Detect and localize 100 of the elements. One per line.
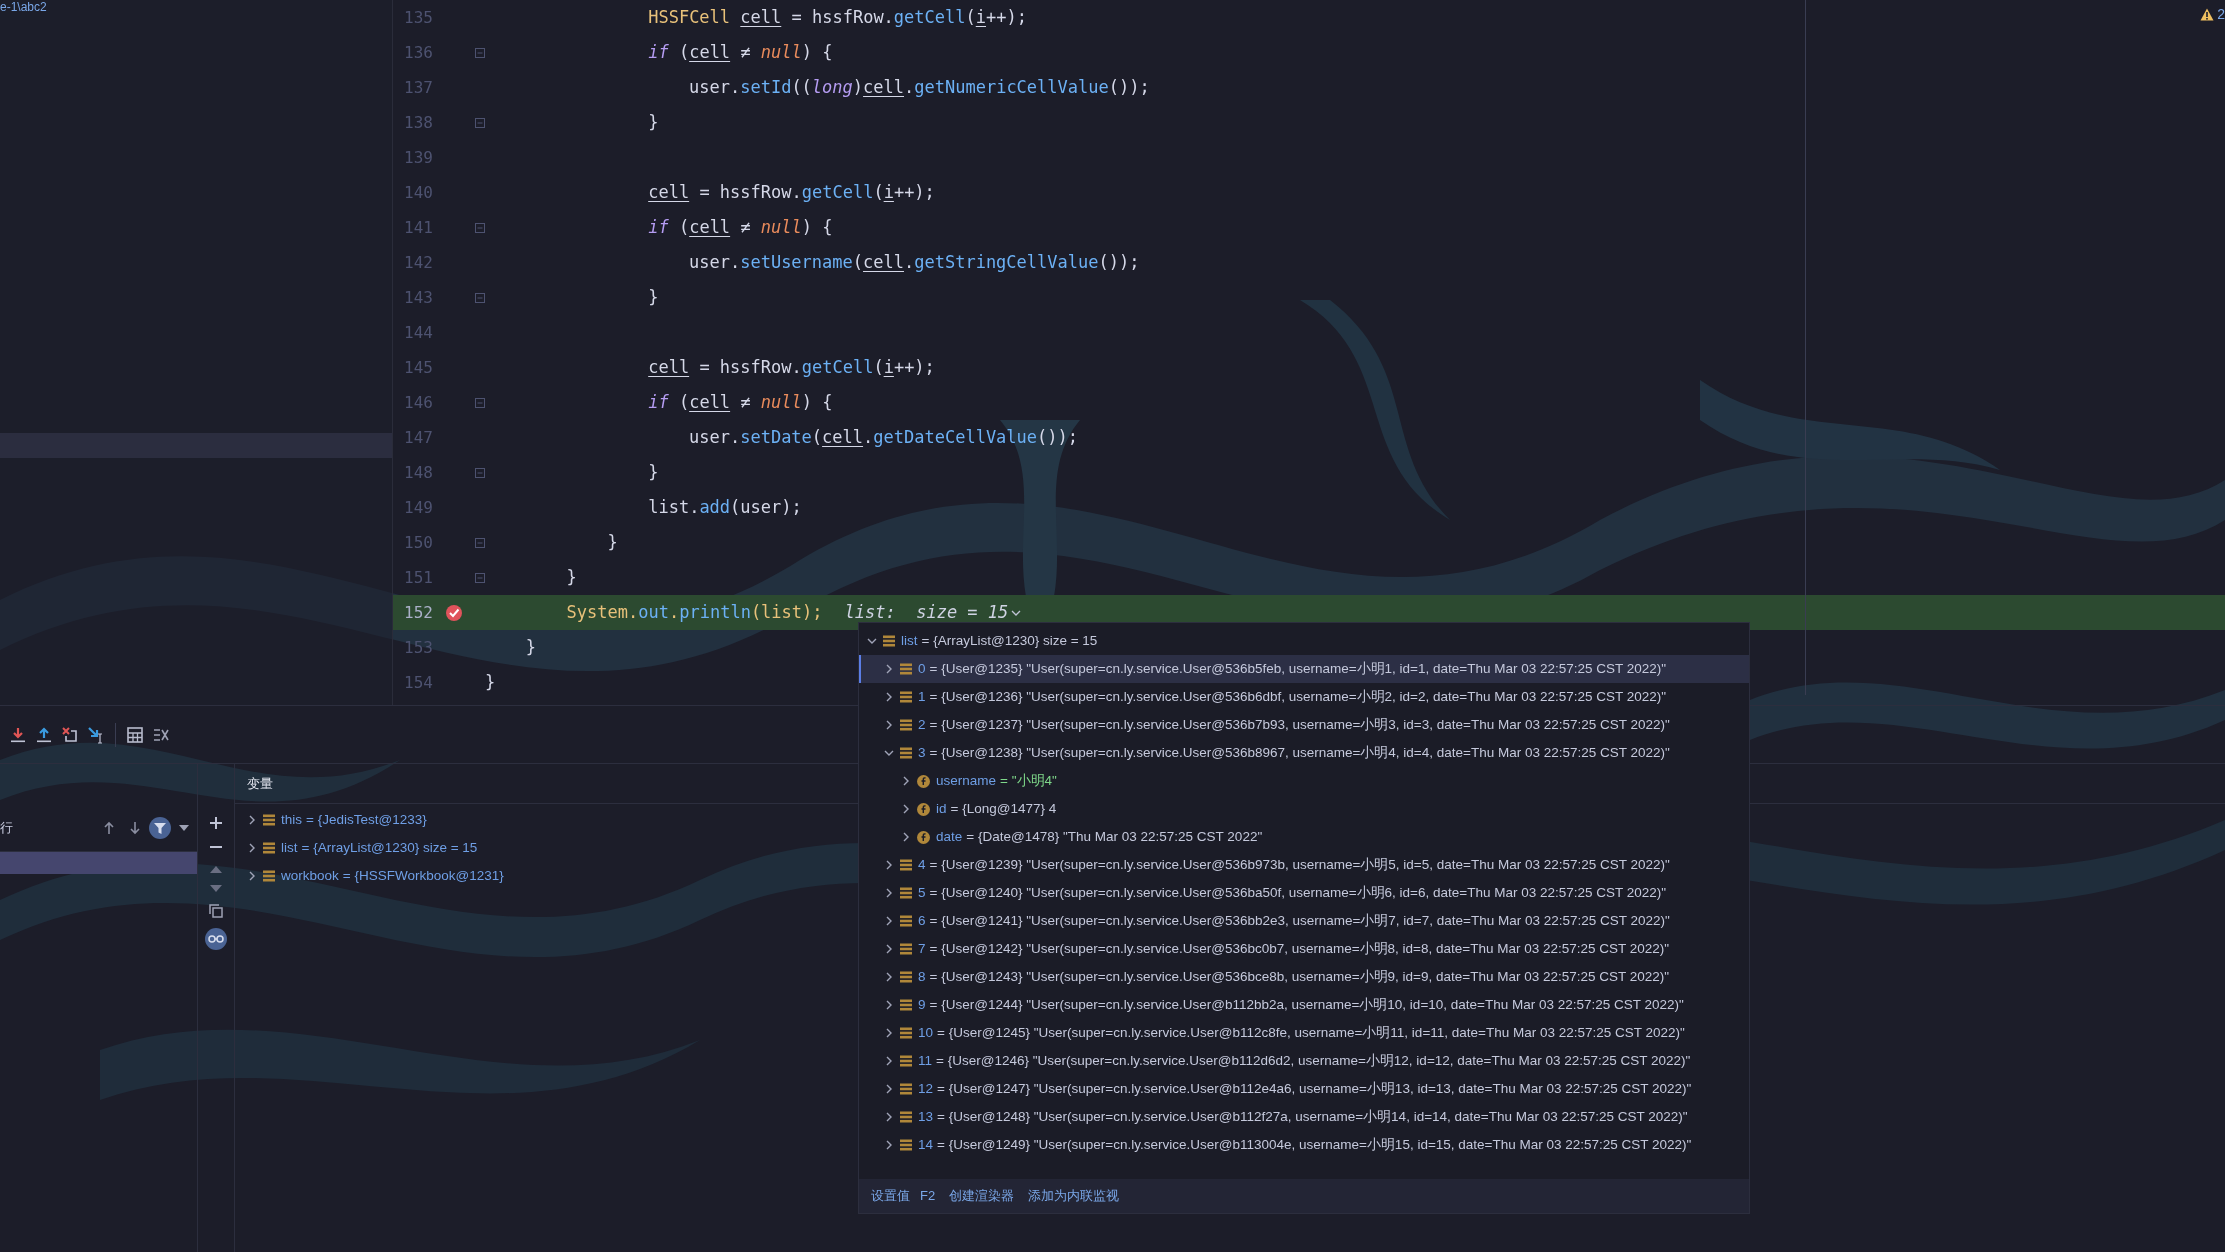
down-arrow-icon[interactable] — [129, 820, 141, 835]
chevron-right-icon[interactable] — [884, 664, 894, 674]
chevron-right-icon[interactable] — [884, 944, 894, 954]
up-arrow-icon[interactable] — [103, 820, 115, 835]
chevron-right-icon[interactable] — [884, 1112, 894, 1122]
line-number: 140 — [403, 181, 433, 204]
caret-icon[interactable] — [179, 824, 189, 831]
bars-icon — [900, 1055, 912, 1067]
variable-entry: 7 = {User@1242} "User(super=cn.ly.service.User@536bc0b7, username=小明8, id=8, date=Thu Mar 03 22:57:25 CST 2022)" — [918, 939, 1670, 958]
chevron-right-icon[interactable] — [884, 720, 894, 730]
tree-row[interactable]: list = {ArrayList@1230} size = 15 — [859, 627, 1749, 655]
line-number: 147 — [403, 426, 433, 449]
line-number: 137 — [403, 76, 433, 99]
tree-row[interactable]: 14 = {User@1249} "User(super=cn.ly.service.User@b113004e, username=小明15, id=15, date=Thu Mar 03 22:57:25 CST 2022)" — [859, 1131, 1749, 1159]
up-triangle-icon[interactable] — [209, 864, 223, 874]
variable-entry: date = {Date@1478} "Thu Mar 03 22:57:25 CST 2022" — [936, 827, 1263, 846]
tree-row[interactable]: 8 = {User@1243} "User(super=cn.ly.service.User@536bce8b, username=小明9, id=9, date=Thu Mar 03 22:57:25 CST 2022)" — [859, 963, 1749, 991]
line-number: 136 — [403, 41, 433, 64]
chevron-right-icon[interactable] — [884, 692, 894, 702]
chevron-right-icon[interactable] — [247, 815, 257, 825]
calculator-icon[interactable] — [126, 725, 144, 744]
tree-row[interactable]: 0 = {User@1235} "User(super=cn.ly.service.User@536b5feb, username=小明1, id=1, date=Thu Mar 03 22:57:25 CST 2022)" — [859, 655, 1749, 683]
line-number: 152 — [403, 601, 433, 624]
variable-entry: 12 = {User@1247} "User(super=cn.ly.service.User@b112e4a6, username=小明13, id=13, date=Thu Mar 03 22:57:25 CST 2022)" — [918, 1079, 1692, 1098]
code-line: } — [648, 285, 659, 309]
line-number: 151 — [403, 566, 433, 589]
tree-row[interactable]: 10 = {User@1245} "User(super=cn.ly.service.User@b112c8fe, username=小明11, id=11, date=Thu Mar 03 22:57:25 CST 2022)" — [859, 1019, 1749, 1047]
warning-count[interactable]: 2 — [2217, 4, 2225, 25]
tree-row[interactable]: date = {Date@1478} "Thu Mar 03 22:57:25 CST 2022" — [859, 823, 1749, 851]
code-line: } — [525, 635, 537, 659]
action-link[interactable]: 添加为内联监视 — [1028, 1186, 1120, 1206]
chevron-right-icon[interactable] — [884, 916, 894, 926]
glasses-icon[interactable] — [205, 928, 227, 950]
code-line: user.setUsername(cell.getStringCellValue()); — [689, 250, 1140, 274]
chevron-right-icon[interactable] — [901, 804, 911, 814]
warning-icon[interactable] — [2200, 8, 2215, 21]
chevron-right-icon[interactable] — [901, 832, 911, 842]
code-line: } — [648, 110, 659, 134]
variable-entry: 0 = {User@1235} "User(super=cn.ly.service.User@536b5feb, username=小明1, id=1, date=Thu Mar 03 22:57:25 CST 2022)" — [918, 659, 1667, 678]
code-line: } — [566, 565, 577, 589]
line-number: 141 — [403, 216, 433, 239]
tree-row[interactable]: 7 = {User@1242} "User(super=cn.ly.service.User@536bc0b7, username=小明8, id=8, date=Thu Mar 03 22:57:25 CST 2022)" — [859, 935, 1749, 963]
plus-icon[interactable] — [209, 816, 223, 830]
chevron-right-icon[interactable] — [884, 1000, 894, 1010]
variable-entry: list = {ArrayList@1230} size = 15 — [281, 838, 478, 857]
file-path: e-1\abc2 — [0, 0, 48, 14]
tree-row[interactable]: 2 = {User@1237} "User(super=cn.ly.service.User@536b7b93, username=小明3, id=3, date=Thu Mar 03 22:57:25 CST 2022)" — [859, 711, 1749, 739]
chevron-right-icon[interactable] — [884, 972, 894, 982]
caret-icon[interactable] — [1011, 608, 1022, 617]
tree-row[interactable]: 3 = {User@1238} "User(super=cn.ly.service.User@536b8967, username=小明4, id=4, date=Thu Mar 03 22:57:25 CST 2022)" — [859, 739, 1749, 767]
tree-row[interactable]: 5 = {User@1240} "User(super=cn.ly.service.User@536ba50f, username=小明6, id=6, date=Thu Mar 03 22:57:25 CST 2022)" — [859, 879, 1749, 907]
cursor-arrow-icon[interactable] — [87, 725, 105, 744]
variable-entry: 6 = {User@1241} "User(super=cn.ly.service.User@536bb2e3, username=小明7, id=7, date=Thu Mar 03 22:57:25 CST 2022)" — [918, 911, 1670, 930]
download-arrow-icon[interactable] — [9, 725, 27, 744]
chevron-right-icon[interactable] — [884, 1028, 894, 1038]
bars-icon — [900, 915, 912, 927]
line-number: 153 — [403, 636, 433, 659]
upload-arrow-icon[interactable] — [35, 725, 53, 744]
chevron-right-icon[interactable] — [884, 860, 894, 870]
filter-icon[interactable] — [149, 816, 171, 839]
tree-row[interactable]: 13 = {User@1248} "User(super=cn.ly.service.User@b112f27a, username=小明14, id=14, date=Thu Mar 03 22:57:25 CST 2022)" — [859, 1103, 1749, 1131]
bars-icon — [263, 814, 275, 826]
cross-frame-icon[interactable] — [61, 725, 79, 744]
chevron-right-icon[interactable] — [901, 776, 911, 786]
down-triangle-icon[interactable] — [209, 884, 223, 894]
chevron-right-icon[interactable] — [884, 888, 894, 898]
code-line: user.setId((long)cell.getNumericCellValue()); — [689, 75, 1150, 99]
tree-row[interactable]: 6 = {User@1241} "User(super=cn.ly.service.User@536bb2e3, username=小明7, id=7, date=Thu Mar 03 22:57:25 CST 2022)" — [859, 907, 1749, 935]
tree-row[interactable]: 11 = {User@1246} "User(super=cn.ly.service.User@b112d6d2, username=小明12, id=12, date=Thu Mar 03 22:57:25 CST 2022)" — [859, 1047, 1749, 1075]
chevron-right-icon[interactable] — [884, 1140, 894, 1150]
line-number: 142 — [403, 251, 433, 274]
chevron-down-icon[interactable] — [867, 636, 877, 646]
chevron-right-icon[interactable] — [884, 1056, 894, 1066]
variable-entry: 8 = {User@1243} "User(super=cn.ly.service.User@536bce8b, username=小明9, id=9, date=Thu Mar 03 22:57:25 CST 2022)" — [918, 967, 1670, 986]
code-line: } — [648, 460, 659, 484]
chevron-right-icon[interactable] — [247, 843, 257, 853]
action-link[interactable]: 创建渲染器 — [949, 1186, 1015, 1206]
variable-entry: 11 = {User@1246} "User(super=cn.ly.service.User@b112d6d2, username=小明12, id=12, date=Thu Mar 03 22:57:25 CST 2022)" — [918, 1051, 1691, 1070]
code-line: user.setDate(cell.getDateCellValue()); — [689, 425, 1078, 449]
bars-icon — [883, 635, 895, 647]
line-number: 135 — [403, 6, 433, 29]
tree-row[interactable]: 9 = {User@1244} "User(super=cn.ly.service.User@b112bb2a, username=小明10, id=10, date=Thu Mar 03 22:57:25 CST 2022)" — [859, 991, 1749, 1019]
code-line: } — [485, 670, 496, 694]
bars-icon — [900, 887, 912, 899]
variable-entry: this = {JedisTest@1233} — [281, 810, 427, 829]
tree-row[interactable]: 12 = {User@1247} "User(super=cn.ly.service.User@b112e4a6, username=小明13, id=13, date=Thu Mar 03 22:57:25 CST 2022)" — [859, 1075, 1749, 1103]
chevron-right-icon[interactable] — [247, 871, 257, 881]
line-number: 145 — [403, 356, 433, 379]
bars-icon — [900, 943, 912, 955]
variable-entry: 3 = {User@1238} "User(super=cn.ly.service.User@536b8967, username=小明4, id=4, date=Thu Mar 03 22:57:25 CST 2022)" — [918, 743, 1670, 762]
tree-row[interactable]: 1 = {User@1236} "User(super=cn.ly.service.User@536b6dbf, username=小明2, id=2, date=Thu Mar 03 22:57:25 CST 2022)" — [859, 683, 1749, 711]
breakpoint-icon[interactable] — [445, 603, 463, 622]
bars-icon — [900, 971, 912, 983]
bars-icon — [263, 870, 275, 882]
tree-row[interactable]: 4 = {User@1239} "User(super=cn.ly.service.User@536b973b, username=小明5, id=5, date=Thu Mar 03 22:57:25 CST 2022)" — [859, 851, 1749, 879]
tree-row[interactable]: username = "小明4" — [859, 767, 1749, 795]
chevron-down-icon[interactable] — [884, 748, 894, 758]
action-link[interactable]: 设置值 — [871, 1186, 910, 1206]
chevron-right-icon[interactable] — [884, 1084, 894, 1094]
copy-icon[interactable] — [209, 904, 223, 918]
